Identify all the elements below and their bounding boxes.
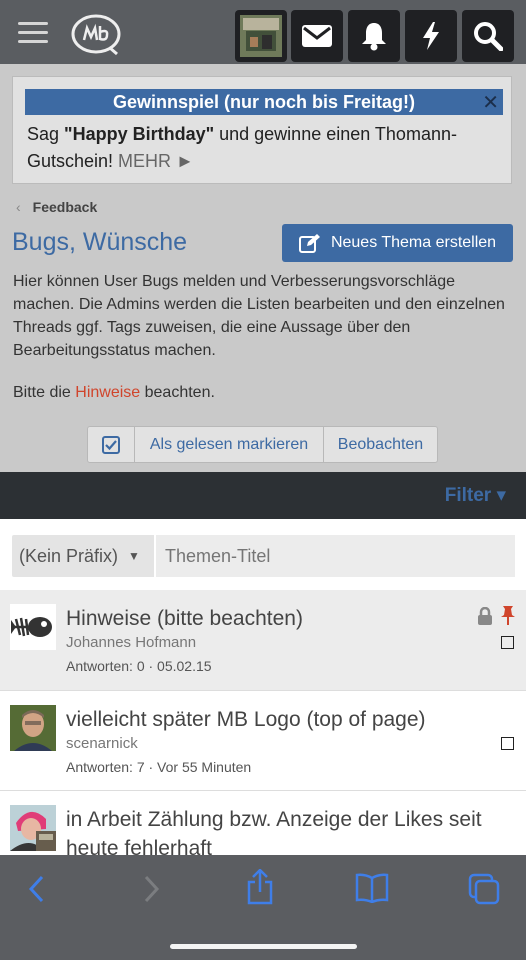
select-checkbox[interactable] bbox=[501, 737, 514, 750]
avatar bbox=[240, 15, 282, 57]
top-bar bbox=[0, 0, 526, 64]
notice-title[interactable]: Gewinnspiel (nur noch bis Freitag!) ✕ bbox=[25, 89, 503, 115]
thread-title[interactable]: Hinweise (bitte beachten) bbox=[66, 604, 506, 633]
mail-icon bbox=[302, 25, 332, 47]
filter-button[interactable]: Filter ▾ bbox=[445, 484, 506, 507]
thread-row[interactable]: Hinweise (bitte beachten) Johannes Hofma… bbox=[0, 590, 526, 690]
thread-row[interactable]: vielleicht später MB Logo (top of page) … bbox=[0, 690, 526, 791]
forum-actions: Als gelesen markieren Beobachten bbox=[87, 426, 438, 463]
hamburger-icon[interactable] bbox=[18, 22, 48, 44]
share-icon[interactable] bbox=[246, 869, 274, 905]
search-button[interactable] bbox=[462, 10, 514, 62]
new-thread-button[interactable]: Neues Thema erstellen bbox=[282, 224, 513, 262]
user-avatar-button[interactable] bbox=[235, 10, 287, 62]
thread-row[interactable]: in Arbeit Zählung bzw. Anzeige der Likes… bbox=[0, 790, 526, 855]
notifications-button[interactable] bbox=[348, 10, 400, 62]
thread-title-input[interactable] bbox=[156, 535, 515, 577]
lock-icon bbox=[478, 607, 492, 625]
close-icon[interactable]: ✕ bbox=[482, 90, 499, 115]
select-checkbox[interactable] bbox=[501, 636, 514, 649]
pin-icon bbox=[501, 606, 515, 625]
thread-meta: Antworten: 7 · Vor 55 Minuten bbox=[66, 759, 252, 775]
user-photo-avatar bbox=[10, 705, 56, 751]
notice-banner: Gewinnspiel (nur noch bis Freitag!) ✕ Sa… bbox=[12, 76, 512, 184]
thread-title[interactable]: in Arbeit Zählung bzw. Anzeige der Likes… bbox=[66, 805, 506, 855]
mb-logo[interactable] bbox=[70, 12, 124, 56]
thread-title[interactable]: vielleicht später MB Logo (top of page) bbox=[66, 705, 506, 734]
back-icon[interactable] bbox=[28, 875, 46, 903]
chevron-left-icon: ‹ bbox=[16, 199, 21, 215]
flash-icon bbox=[423, 22, 439, 50]
more-link[interactable]: MEHR ► bbox=[118, 151, 194, 171]
hint-text: Bitte die Hinweise beachten. bbox=[13, 384, 215, 401]
notice-text: Sag "Happy Birthday" und gewinne einen T… bbox=[27, 124, 457, 171]
whats-new-button[interactable] bbox=[405, 10, 457, 62]
forward-icon[interactable] bbox=[142, 875, 160, 903]
edit-icon bbox=[298, 234, 320, 253]
home-indicator bbox=[170, 944, 357, 949]
filter-bar: Filter ▾ bbox=[0, 472, 526, 519]
forum-description: Hier können User Bugs melden und Verbess… bbox=[13, 273, 505, 359]
caret-down-icon: ▼ bbox=[128, 549, 140, 563]
bookmarks-icon[interactable] bbox=[355, 873, 389, 903]
watch-button[interactable]: Beobachten bbox=[324, 427, 437, 462]
browser-toolbar bbox=[0, 855, 526, 960]
select-checkbox[interactable] bbox=[88, 427, 135, 462]
fish-skeleton-avatar bbox=[10, 604, 56, 650]
checkbox-icon bbox=[102, 435, 120, 454]
thread-list: (Kein Präfix)▼ Hinweise (bitte beachten)… bbox=[0, 519, 526, 855]
hint-link[interactable]: Hinweise bbox=[75, 384, 140, 401]
mail-button[interactable] bbox=[291, 10, 343, 62]
user-photo-avatar bbox=[10, 805, 56, 851]
bell-icon bbox=[362, 23, 386, 51]
prefix-select[interactable]: (Kein Präfix) ▼ bbox=[12, 535, 154, 577]
page-title: Bugs, Wünsche bbox=[12, 228, 188, 256]
tabs-icon[interactable] bbox=[468, 873, 500, 905]
breadcrumb[interactable]: ‹ Feedback bbox=[16, 199, 97, 215]
thread-meta: Antworten: 0 · 05.02.15 bbox=[66, 658, 212, 674]
thread-author[interactable]: scenarnick bbox=[66, 735, 138, 752]
mark-read-button[interactable]: Als gelesen markieren bbox=[135, 427, 324, 462]
thread-author[interactable]: Johannes Hofmann bbox=[66, 634, 196, 651]
search-icon bbox=[474, 22, 503, 51]
